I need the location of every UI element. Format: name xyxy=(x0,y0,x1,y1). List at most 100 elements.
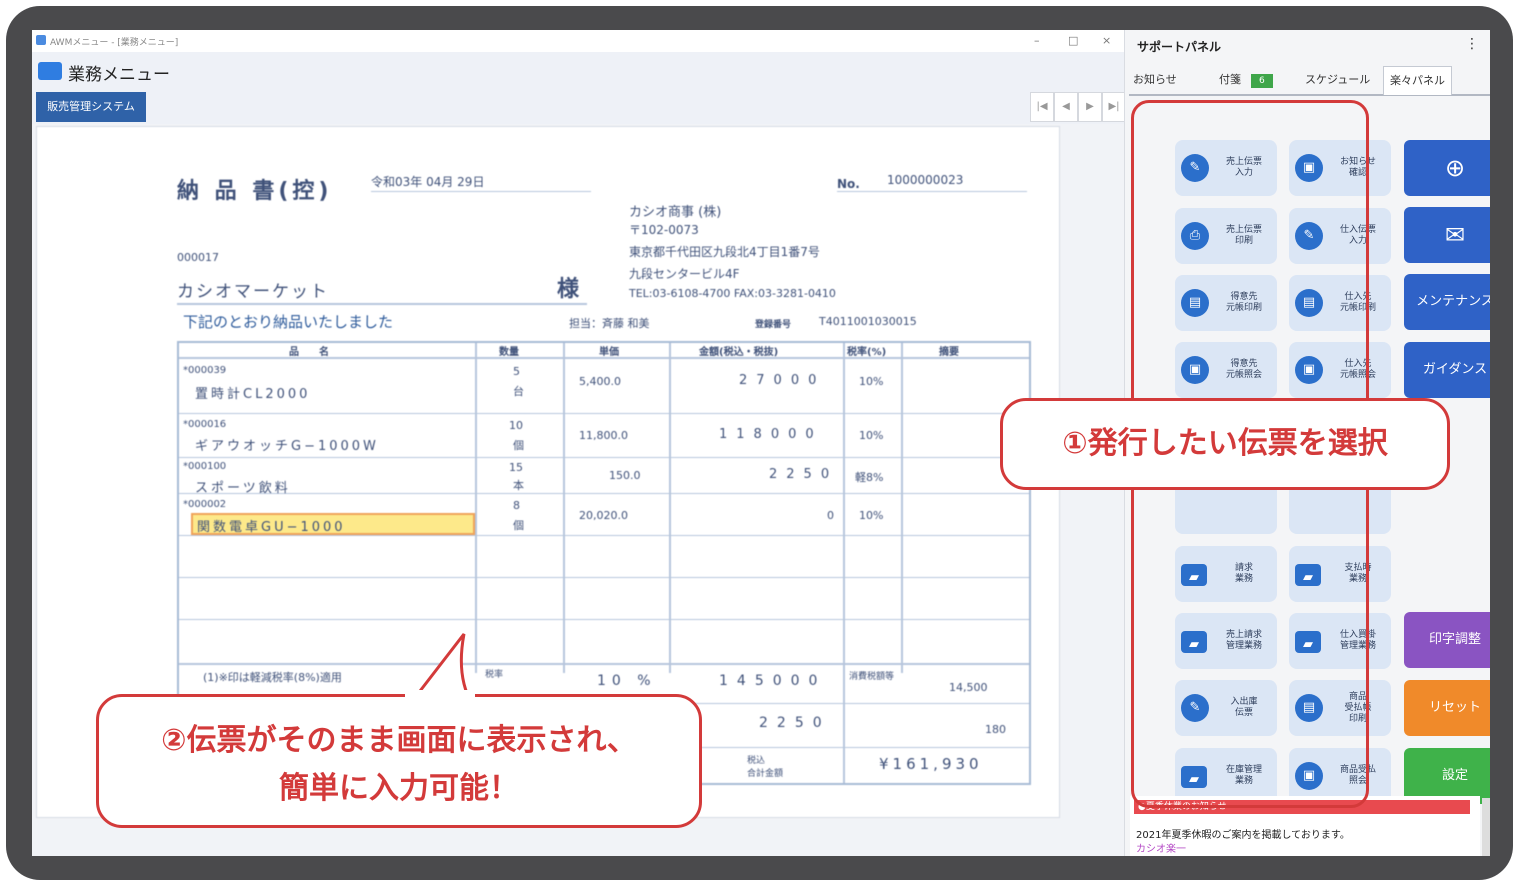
row2-amount: 118000 xyxy=(719,427,823,442)
row3-name: スポーツ飲料 xyxy=(195,481,291,496)
row1-tax: 10% xyxy=(859,375,884,388)
footer-tax-rate: 10 % xyxy=(597,673,657,689)
side-button-6[interactable]: リセット xyxy=(1404,680,1490,736)
footer-value2: 180 xyxy=(985,723,1006,736)
company-address2: 九段センタービル4F xyxy=(629,267,740,281)
honorific: 様 xyxy=(557,277,580,302)
callout-two-line1: ②伝票がそのまま画面に表示され、 xyxy=(161,723,637,758)
row1-price: 5,400.0 xyxy=(579,375,621,388)
side-button-5[interactable]: 印字調整 xyxy=(1404,612,1490,668)
tab-sticky-notes[interactable]: 付箋 6 xyxy=(1219,66,1273,94)
nav-next-button[interactable]: ▶ xyxy=(1078,92,1102,122)
globe-button[interactable]: ⊕ xyxy=(1404,140,1490,196)
col-header-qty: 数量 xyxy=(499,347,519,358)
footer-label1: 消費税額等 xyxy=(849,672,895,682)
title-bar: AWMメニュー - [業務メニュー] – □ × xyxy=(32,30,1124,52)
row1-amount: 27000 xyxy=(739,373,826,388)
row1-name: 置時計CL2000 xyxy=(195,387,311,402)
slip-no-label: No. xyxy=(837,177,860,191)
callout-joint xyxy=(405,690,475,698)
row3-price: 150.0 xyxy=(609,469,641,482)
row3-code: *000100 xyxy=(183,461,227,472)
close-button[interactable]: × xyxy=(1102,34,1111,47)
company-address1: 東京都千代田区九段北4丁目1番7号 xyxy=(629,245,820,259)
nav-prev-button[interactable]: ◀ xyxy=(1054,92,1078,122)
notice-sender: カシオ楽一 xyxy=(1136,844,1186,855)
slip-date: 令和03年 04月 29日 xyxy=(371,175,485,189)
col-header-item: 品 名 xyxy=(289,347,329,358)
row2-code: *000016 xyxy=(183,419,227,430)
callout-select-slip: ①発行したい伝票を選択 xyxy=(1000,398,1450,490)
callout-two-line2: 簡単に入力可能！ xyxy=(279,771,519,806)
app-icon xyxy=(36,35,46,45)
footer-amount2: 2250 xyxy=(759,715,831,731)
row1-unit: 台 xyxy=(513,385,524,398)
row4-price: 20,020.0 xyxy=(579,509,628,522)
row2-tax: 10% xyxy=(859,429,884,442)
company-postal: 〒102-0073 xyxy=(629,223,699,237)
tab-bar: 販売管理システム |◀ ◀ ▶ ▶| xyxy=(32,92,1126,124)
tab-schedule[interactable]: スケジュール xyxy=(1305,66,1370,94)
highlighted-item[interactable]: 関数電卓GU−1000 xyxy=(191,513,475,535)
footer-value1: 14,500 xyxy=(949,681,988,694)
row3-unit: 本 xyxy=(513,479,524,492)
row4-tax: 10% xyxy=(859,509,884,522)
footer-amount1: 145000 xyxy=(719,673,827,689)
row1-qty: 5 xyxy=(513,365,520,378)
row2-unit: 個 xyxy=(513,439,524,452)
total-amount: ¥161,930 xyxy=(879,755,983,773)
row1-code: *000039 xyxy=(183,365,227,376)
customer-code: 000017 xyxy=(177,251,219,264)
company-name: カシオ商事 (株) xyxy=(629,205,722,220)
window-title: AWMメニュー - [業務メニュー] xyxy=(50,38,179,48)
mail-icon: ✉ xyxy=(1444,221,1466,249)
row4-qty: 8 xyxy=(513,499,520,512)
notice-scrollbar[interactable] xyxy=(1482,798,1490,856)
row3-amount: 2250 xyxy=(769,467,839,482)
row4-amount: 0 xyxy=(827,509,834,522)
minimize-button[interactable]: – xyxy=(1034,34,1040,47)
globe-icon: ⊕ xyxy=(1444,154,1466,182)
row4-name: 関数電卓GU−1000 xyxy=(197,520,346,535)
delivery-message: 下記のとおり納品いたしました xyxy=(183,313,394,331)
callout-display-slip: ②伝票がそのまま画面に表示され、 簡単に入力可能！ xyxy=(96,694,702,828)
tab-sales-system[interactable]: 販売管理システム xyxy=(36,92,146,122)
col-header-note: 摘要 xyxy=(939,347,959,358)
row2-qty: 10 xyxy=(509,419,523,432)
tab-notices[interactable]: お知らせ xyxy=(1133,66,1177,94)
row2-price: 11,800.0 xyxy=(579,429,628,442)
tab-sticky-notes-label: 付箋 xyxy=(1219,73,1241,86)
reg-label: 登録番号 xyxy=(755,320,792,330)
footer-note: (1)※印は軽減税率(8%)適用 xyxy=(203,671,342,684)
menu-title: 業務メニュー xyxy=(68,65,170,85)
notice-body: 2021年夏季休暇のご案内を掲載しております。 xyxy=(1136,830,1350,841)
more-menu-icon[interactable]: ⋮ xyxy=(1465,36,1479,52)
row2-name: ギアウオッチG−1000W xyxy=(195,439,379,454)
maximize-button[interactable]: □ xyxy=(1068,34,1078,47)
company-tel-fax: TEL:03-6108-4700 FAX:03-3281-0410 xyxy=(629,287,836,300)
panel-title: サポートパネル xyxy=(1137,40,1222,54)
row4-code: *000002 xyxy=(183,499,227,510)
slip-no-value: 1000000023 xyxy=(887,173,964,187)
mail-button[interactable]: ✉ xyxy=(1404,207,1490,263)
panel-tabs: お知らせ 付箋 6 スケジュール 楽々パネル xyxy=(1129,66,1490,96)
row3-qty: 15 xyxy=(509,461,523,474)
reg-number: T4011001030015 xyxy=(819,315,917,328)
side-button-3[interactable]: メンテナンス xyxy=(1404,274,1490,330)
total-label: 税込 合計金額 xyxy=(747,756,784,779)
folder-icon xyxy=(38,62,62,80)
col-header-price: 単価 xyxy=(599,347,619,358)
customer-name: カシオマーケット xyxy=(177,282,329,302)
side-button-4[interactable]: ガイダンス xyxy=(1404,342,1490,398)
row4-unit: 個 xyxy=(513,519,524,532)
col-header-tax: 税率(%) xyxy=(847,347,887,358)
nav-first-button[interactable]: |◀ xyxy=(1030,92,1054,122)
nav-last-button[interactable]: ▶| xyxy=(1102,92,1126,122)
sticky-count-badge: 6 xyxy=(1251,74,1273,88)
row3-tax: 軽8% xyxy=(855,471,884,484)
staff-name: 担当：斉藤 和美 xyxy=(569,317,650,330)
col-header-amount: 金額(税込・税抜) xyxy=(699,347,779,358)
tab-raku-panel[interactable]: 楽々パネル xyxy=(1383,66,1452,95)
slip-title: 納 品 書(控) xyxy=(177,179,333,204)
menu-header: 業務メニュー xyxy=(32,52,1124,92)
